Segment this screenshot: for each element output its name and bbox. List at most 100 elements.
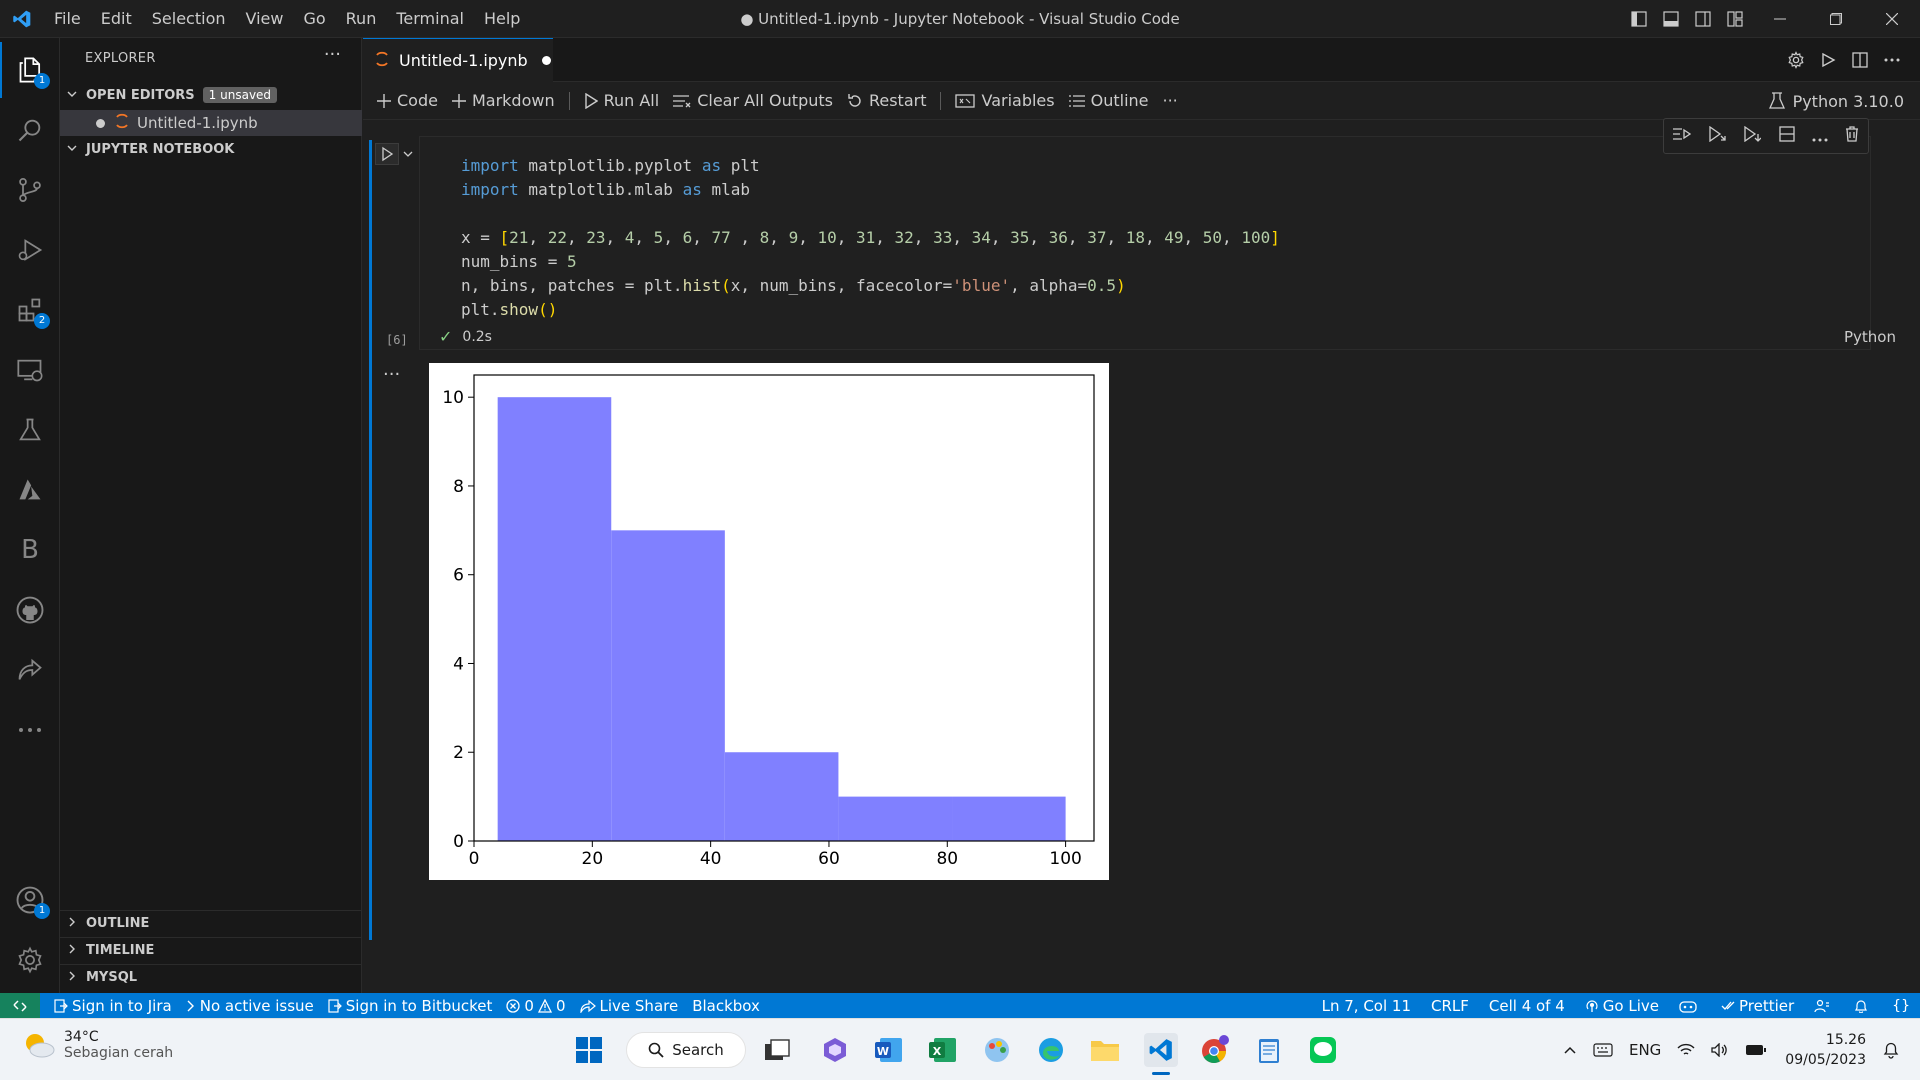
input-language[interactable]: ENG — [1629, 1041, 1661, 1059]
system-clock[interactable]: 15.26 09/05/2023 — [1785, 1030, 1866, 1070]
task-view-icon[interactable] — [760, 1033, 794, 1067]
menu-file[interactable]: File — [44, 9, 91, 28]
menu-view[interactable]: View — [236, 9, 294, 28]
timeline-section[interactable]: TIMELINE — [60, 937, 362, 963]
active-issue[interactable]: No active issue — [186, 997, 314, 1015]
run-above-icon[interactable] — [1672, 126, 1691, 146]
notification-center-icon[interactable] — [1882, 1041, 1900, 1059]
open-editor-item[interactable]: Untitled-1.ipynb — [60, 110, 362, 136]
word-app-icon[interactable]: W — [872, 1033, 906, 1067]
split-editor-icon[interactable] — [1844, 52, 1876, 68]
kernel-picker[interactable]: Python 3.10.0 — [1768, 82, 1904, 120]
line-app-icon[interactable] — [1306, 1033, 1340, 1067]
menu-edit[interactable]: Edit — [91, 9, 142, 28]
source-control-icon[interactable] — [0, 162, 60, 218]
restart-kernel-button[interactable]: Restart — [847, 91, 926, 110]
unsaved-dot-icon[interactable] — [541, 56, 551, 65]
excel-app-icon[interactable]: X — [926, 1033, 960, 1067]
github-icon[interactable] — [0, 582, 60, 638]
jupyter-notebook-section[interactable]: JUPYTER NOTEBOOK — [60, 136, 362, 162]
delete-cell-trash-icon[interactable] — [1845, 126, 1859, 146]
notifications-bell-icon[interactable] — [1854, 999, 1872, 1013]
copilot-icon[interactable] — [1679, 999, 1701, 1013]
blackbox-icon[interactable]: B — [0, 522, 60, 578]
cell-source-code[interactable]: import matplotlib.pyplot as plt import m… — [461, 154, 1280, 322]
blackbox-status[interactable]: Blackbox — [692, 997, 760, 1015]
volume-icon[interactable] — [1711, 1043, 1729, 1057]
menu-go[interactable]: Go — [293, 9, 335, 28]
go-live-button[interactable]: Go Live — [1585, 997, 1659, 1015]
wifi-icon[interactable] — [1677, 1043, 1695, 1057]
bitbucket-sign-in[interactable]: Sign in to Bitbucket — [328, 997, 492, 1015]
cell-position[interactable]: Cell 4 of 4 — [1489, 997, 1565, 1015]
paint-app-icon[interactable] — [980, 1033, 1014, 1067]
outline-section[interactable]: OUTLINE — [60, 910, 362, 936]
run-icon[interactable] — [1812, 52, 1844, 68]
minimize-button[interactable] — [1752, 0, 1808, 38]
sidebar-more-icon[interactable]: ··· — [324, 44, 341, 65]
mysql-section[interactable]: MYSQL — [60, 964, 362, 990]
split-cell-icon[interactable] — [1778, 126, 1795, 146]
weather-widget[interactable]: 34°C Sebagian cerah — [22, 1029, 173, 1061]
outline-button[interactable]: Outline — [1068, 91, 1149, 110]
azure-icon[interactable] — [0, 462, 60, 518]
cell-more-icon[interactable] — [1812, 127, 1828, 146]
customize-layout-icon[interactable] — [1720, 0, 1750, 38]
start-button[interactable] — [572, 1033, 606, 1067]
tab-untitled-notebook[interactable]: Untitled-1.ipynb — [363, 38, 553, 82]
more-views-icon[interactable] — [0, 702, 60, 758]
jira-sign-in[interactable]: Sign in to Jira — [54, 997, 172, 1015]
battery-icon[interactable] — [1745, 1043, 1767, 1057]
remote-explorer-icon[interactable] — [0, 342, 60, 398]
explorer-icon[interactable]: 1 — [0, 42, 60, 98]
cursor-position[interactable]: Ln 7, Col 11 — [1322, 997, 1411, 1015]
open-editors-section[interactable]: OPEN EDITORS 1 unsaved — [60, 82, 362, 108]
file-explorer-app-icon[interactable] — [1088, 1033, 1122, 1067]
variables-button[interactable]: Variables — [955, 91, 1055, 110]
execute-cell-button[interactable] — [375, 142, 417, 166]
accounts-icon[interactable]: 1 — [0, 872, 60, 928]
keyboard-icon[interactable] — [1593, 1043, 1613, 1057]
maximize-button[interactable] — [1808, 0, 1864, 38]
run-debug-icon[interactable] — [0, 222, 60, 278]
prettier-status[interactable]: Prettier — [1721, 997, 1794, 1015]
execute-and-below-icon[interactable] — [1743, 125, 1762, 146]
vscode-app-icon[interactable] — [1144, 1033, 1178, 1075]
toggle-secondary-sidebar-icon[interactable] — [1688, 0, 1718, 38]
end-of-line[interactable]: CRLF — [1431, 997, 1469, 1015]
edge-app-icon[interactable] — [1034, 1033, 1068, 1067]
clear-all-outputs-button[interactable]: Clear All Outputs — [673, 91, 833, 110]
menu-help[interactable]: Help — [474, 9, 530, 28]
chrome-app-icon[interactable] — [1198, 1033, 1232, 1067]
add-code-cell-button[interactable]: Code — [377, 91, 438, 110]
copilot-app-icon[interactable] — [818, 1033, 852, 1067]
remote-indicator-icon[interactable] — [0, 993, 40, 1018]
unsaved-dot-icon[interactable] — [96, 118, 105, 128]
chevron-up-icon[interactable] — [1563, 1045, 1577, 1055]
search-icon[interactable] — [0, 102, 60, 158]
menu-selection[interactable]: Selection — [142, 9, 236, 28]
extensions-icon[interactable]: 2 — [0, 282, 60, 338]
testing-icon[interactable] — [0, 402, 60, 458]
output-more-actions[interactable]: ··· — [383, 364, 400, 385]
settings-gear-icon[interactable] — [0, 932, 60, 988]
more-actions-icon[interactable] — [1876, 58, 1908, 62]
live-share-status[interactable]: Live Share — [579, 997, 678, 1015]
toggle-panel-icon[interactable] — [1656, 0, 1686, 38]
taskbar-search[interactable]: Search — [626, 1032, 746, 1068]
notebook-settings-gear-icon[interactable] — [1780, 51, 1812, 69]
run-below-icon[interactable] — [1708, 125, 1726, 146]
menu-terminal[interactable]: Terminal — [386, 9, 474, 28]
braces-icon[interactable]: {} — [1892, 998, 1910, 1014]
menu-run[interactable]: Run — [336, 9, 387, 28]
toggle-sidebar-icon[interactable] — [1624, 0, 1654, 38]
toolbar-more-button[interactable]: ··· — [1163, 91, 1178, 110]
notepad-app-icon[interactable] — [1252, 1033, 1286, 1067]
run-all-button[interactable]: Run All — [584, 91, 659, 110]
problems-indicator[interactable]: 0 0 — [506, 997, 566, 1015]
live-share-icon[interactable] — [0, 642, 60, 698]
cell-language-picker[interactable]: Python — [1844, 328, 1896, 346]
add-markdown-cell-button[interactable]: Markdown — [451, 91, 555, 110]
feedback-icon[interactable] — [1814, 999, 1834, 1013]
close-button[interactable] — [1864, 0, 1920, 38]
